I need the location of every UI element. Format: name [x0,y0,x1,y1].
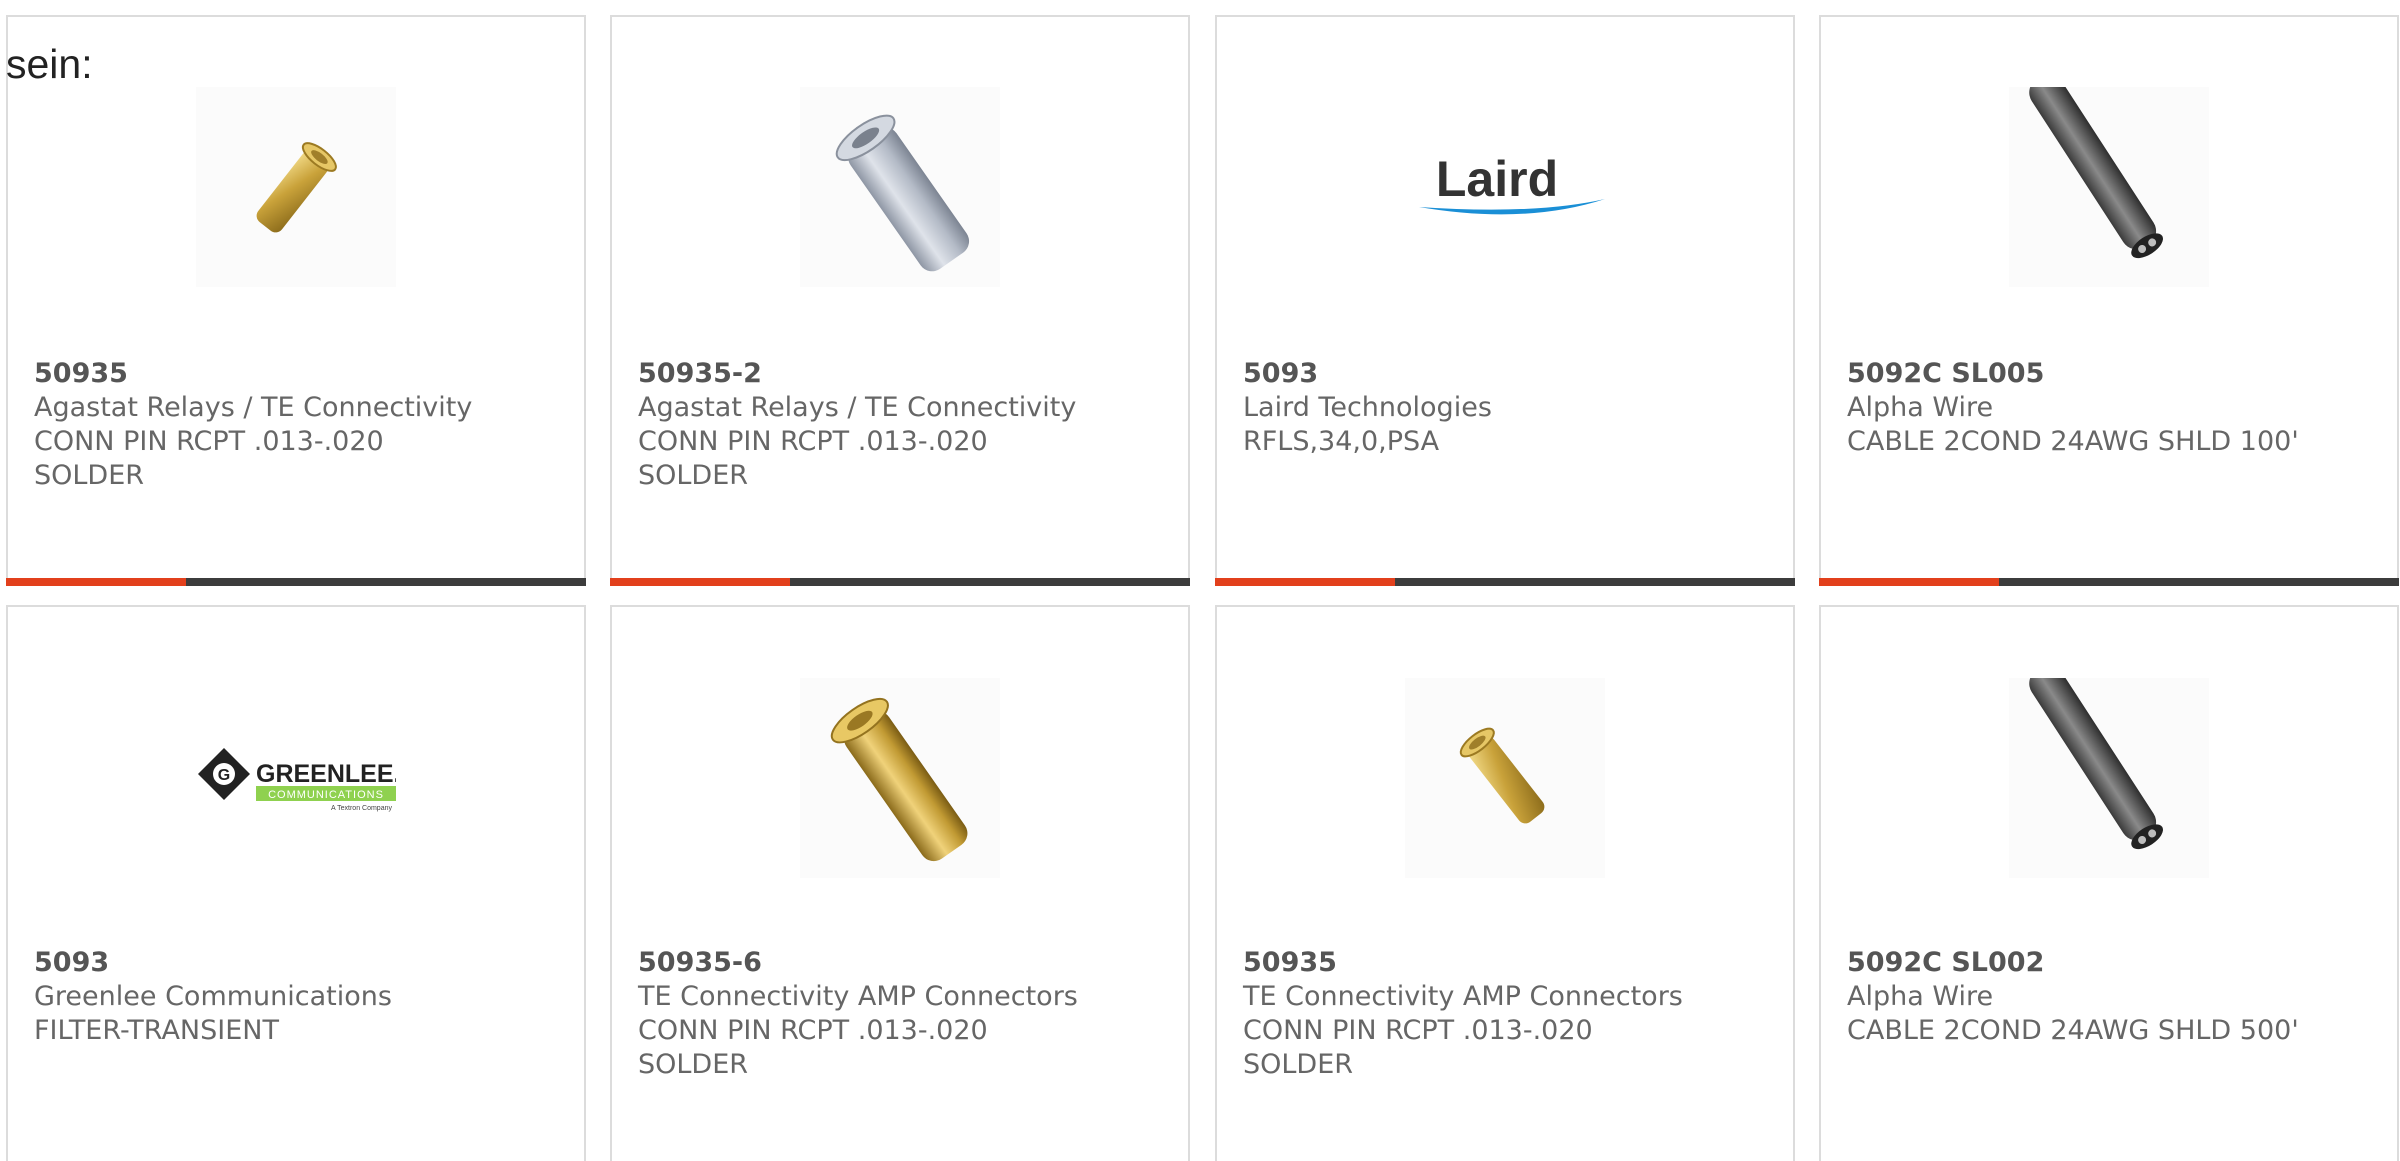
svg-text:G: G [218,767,230,784]
gold-pin-small-icon [1459,727,1545,824]
product-info: 5093 Laird Technologies RFLS,34,0,PSA [1243,357,1773,459]
product-card[interactable]: 50935 Agastat Relays / TE Connectivity C… [6,15,586,586]
product-description: RFLS,34,0,PSA [1243,426,1440,457]
product-info: 5092C SL002 Alpha Wire CABLE 2COND 24AWG… [1847,946,2377,1048]
progress-bar-fill [610,578,790,586]
manufacturer-name: Laird Technologies [1243,392,1492,423]
product-description: CONN PIN RCPT .013-.020 SOLDER [1243,1015,1593,1080]
part-number[interactable]: 5092C SL005 [1847,357,2377,391]
part-number[interactable]: 50935 [1243,946,1773,980]
manufacturer-name: Alpha Wire [1847,981,1994,1012]
product-image[interactable] [2009,678,2209,878]
product-card[interactable]: 5092C SL002 Alpha Wire CABLE 2COND 24AWG… [1819,605,2399,1161]
greenlee-logo-tagline: A Textron Company [331,805,392,812]
product-image[interactable]: G GREENLEE. COMMUNICATIONS A Textron Com… [196,678,396,878]
product-image[interactable]: Laird [1405,87,1605,287]
cable-icon [2029,678,2163,850]
product-info: 5092C SL005 Alpha Wire CABLE 2COND 24AWG… [1847,357,2377,459]
laird-logo-text: Laird [1436,151,1558,207]
manufacturer-name: TE Connectivity AMP Connectors [638,981,1078,1012]
part-number[interactable]: 5093 [1243,357,1773,391]
part-number[interactable]: 50935-6 [638,946,1168,980]
product-image[interactable] [2009,87,2209,287]
product-card[interactable]: 5092C SL005 Alpha Wire CABLE 2COND 24AWG… [1819,15,2399,586]
intro-text: sein: [6,41,93,87]
cable-icon [2029,87,2163,259]
product-description: CABLE 2COND 24AWG SHLD 500' [1847,1015,2299,1046]
product-description: CABLE 2COND 24AWG SHLD 100' [1847,426,2299,457]
part-number[interactable]: 50935-2 [638,357,1168,391]
product-grid-page: sein: 50935 Agastat Relays / TE Connecti… [0,0,2400,1161]
product-info: 50935-2 Agastat Relays / TE Connectivity… [638,357,1168,493]
silver-pin-icon [835,114,970,272]
product-info: 5093 Greenlee Communications FILTER-TRAN… [34,946,564,1048]
product-info: 50935 Agastat Relays / TE Connectivity C… [34,357,564,493]
manufacturer-name: Alpha Wire [1847,392,1994,423]
product-card[interactable]: G GREENLEE. COMMUNICATIONS A Textron Com… [6,605,586,1161]
product-image[interactable] [800,87,1000,287]
progress-bar [1819,578,2399,586]
product-image[interactable] [1405,678,1605,878]
manufacturer-name: Greenlee Communications [34,981,392,1012]
manufacturer-name: TE Connectivity AMP Connectors [1243,981,1683,1012]
part-number[interactable]: 5092C SL002 [1847,946,2377,980]
progress-bar-fill [6,578,186,586]
greenlee-logo-text: GREENLEE. [256,760,396,788]
progress-bar [6,578,586,586]
product-info: 50935 TE Connectivity AMP Connectors CON… [1243,946,1773,1082]
progress-bar [1215,578,1795,586]
product-card[interactable]: 50935-6 TE Connectivity AMP Connectors C… [610,605,1190,1161]
progress-bar [610,578,1190,586]
product-card[interactable]: 50935 TE Connectivity AMP Connectors CON… [1215,605,1795,1161]
product-description: CONN PIN RCPT .013-.020 SOLDER [638,1015,988,1080]
product-card[interactable]: 50935-2 Agastat Relays / TE Connectivity… [610,15,1190,586]
part-number[interactable]: 5093 [34,946,564,980]
product-card[interactable]: Laird 5093 Laird Technologies RFLS,34,0,… [1215,15,1795,586]
gold-pin-small-icon [256,142,337,233]
product-description: CONN PIN RCPT .013-.020 SOLDER [638,426,988,491]
manufacturer-name: Agastat Relays / TE Connectivity [638,392,1077,423]
product-description: FILTER-TRANSIENT [34,1015,279,1046]
gold-pin-large-icon [830,697,968,862]
part-number[interactable]: 50935 [34,357,564,391]
progress-bar-fill [1215,578,1395,586]
product-image[interactable] [196,87,396,287]
laird-logo: Laird [1419,151,1605,215]
greenlee-logo: G GREENLEE. COMMUNICATIONS A Textron Com… [198,748,396,812]
product-info: 50935-6 TE Connectivity AMP Connectors C… [638,946,1168,1082]
progress-bar-fill [1819,578,1999,586]
product-image[interactable] [800,678,1000,878]
product-description: CONN PIN RCPT .013-.020 SOLDER [34,426,384,491]
manufacturer-name: Agastat Relays / TE Connectivity [34,392,473,423]
greenlee-logo-subtext: COMMUNICATIONS [268,789,384,801]
